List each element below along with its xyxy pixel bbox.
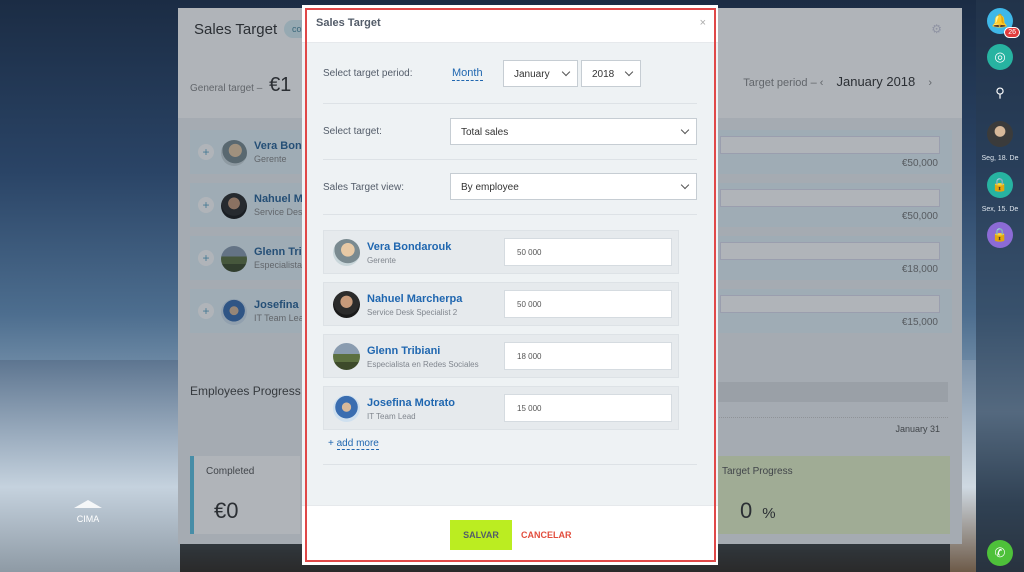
year-select-value: 2018 bbox=[592, 69, 615, 80]
modal-title: Sales Target bbox=[316, 17, 381, 29]
divider bbox=[323, 159, 697, 160]
phone-icon: ✆ bbox=[994, 545, 1006, 560]
employee-name[interactable]: Nahuel Marcherpa bbox=[367, 293, 462, 305]
add-more-label: add more bbox=[336, 438, 379, 450]
chevron-down-icon bbox=[680, 125, 690, 135]
right-sidebar: 🔔 26 ◎ ⚲ Seg, 18. De 🔒 Sex, 15. De 🔒 ✆ bbox=[976, 0, 1024, 572]
avatar bbox=[333, 343, 360, 370]
phone-button[interactable]: ✆ bbox=[987, 540, 1013, 566]
lock-icon: 🔒 bbox=[991, 177, 1009, 192]
employee-role: IT Team Lead bbox=[367, 412, 416, 421]
background-landscape bbox=[0, 360, 180, 572]
modal-header: Sales Target × bbox=[302, 5, 718, 43]
year-select[interactable]: 2018 bbox=[581, 60, 641, 87]
employee-target-input[interactable]: 15 000 bbox=[504, 394, 672, 422]
month-select[interactable]: January bbox=[503, 60, 578, 87]
target-select-value: Total sales bbox=[461, 127, 509, 138]
view-select[interactable]: By employee bbox=[450, 173, 697, 200]
scroll-top-button[interactable]: CIMA bbox=[60, 500, 116, 524]
period-label: Select target period: bbox=[323, 68, 413, 79]
chevron-down-icon bbox=[680, 180, 690, 190]
employee-role: Especialista en Redes Sociales bbox=[367, 360, 479, 369]
employee-name[interactable]: Josefina Motrato bbox=[367, 397, 455, 409]
employee-target-card: Josefina Motrato IT Team Lead 15 000 bbox=[323, 386, 679, 430]
chat-icon: ◎ bbox=[994, 49, 1006, 64]
employee-role: Service Desk Specialist 2 bbox=[367, 308, 458, 317]
avatar bbox=[333, 239, 360, 266]
bell-icon: 🔔 bbox=[991, 13, 1009, 28]
employee-target-card: Nahuel Marcherpa Service Desk Specialist… bbox=[323, 282, 679, 326]
employee-name[interactable]: Glenn Tribiani bbox=[367, 345, 440, 357]
employee-target-card: Vera Bondarouk Gerente 50 000 bbox=[323, 230, 679, 274]
date-label-1: Seg, 18. De bbox=[981, 155, 1019, 162]
target-select[interactable]: Total sales bbox=[450, 118, 697, 145]
employee-role: Gerente bbox=[367, 256, 396, 265]
chat-button[interactable]: ◎ bbox=[987, 44, 1013, 70]
chevron-down-icon bbox=[624, 67, 634, 77]
lock-button-purple[interactable]: 🔒 bbox=[987, 222, 1013, 248]
avatar bbox=[333, 291, 360, 318]
view-select-value: By employee bbox=[461, 182, 519, 193]
notifications-button[interactable]: 🔔 26 bbox=[987, 8, 1020, 38]
chevron-down-icon bbox=[561, 67, 571, 77]
user-avatar[interactable] bbox=[987, 121, 1013, 147]
close-icon[interactable]: × bbox=[700, 17, 706, 29]
search-icon: ⚲ bbox=[995, 85, 1005, 100]
employee-name[interactable]: Vera Bondarouk bbox=[367, 241, 451, 253]
cancel-button[interactable]: CANCELAR bbox=[521, 530, 572, 540]
divider bbox=[323, 103, 697, 104]
save-button[interactable]: SALVAR bbox=[450, 520, 512, 550]
employee-target-card: Glenn Tribiani Especialista en Redes Soc… bbox=[323, 334, 679, 378]
search-button[interactable]: ⚲ bbox=[987, 80, 1013, 106]
notifications-badge: 26 bbox=[1004, 27, 1020, 38]
date-label-2: Sex, 15. De bbox=[981, 206, 1019, 213]
employee-target-input[interactable]: 50 000 bbox=[504, 290, 672, 318]
divider bbox=[323, 214, 697, 215]
lock-icon: 🔒 bbox=[991, 227, 1009, 242]
target-label: Select target: bbox=[323, 126, 382, 137]
divider bbox=[323, 464, 697, 465]
add-more-link[interactable]: + add more bbox=[328, 438, 379, 450]
scroll-top-label: CIMA bbox=[76, 514, 100, 524]
period-type-link[interactable]: Month bbox=[452, 67, 483, 81]
employee-target-input[interactable]: 18 000 bbox=[504, 342, 672, 370]
arrow-up-icon bbox=[74, 500, 102, 508]
avatar bbox=[333, 395, 360, 422]
lock-button-green[interactable]: 🔒 bbox=[987, 172, 1013, 198]
sales-target-modal: Sales Target × Select target period: Mon… bbox=[302, 5, 718, 565]
employee-target-input[interactable]: 50 000 bbox=[504, 238, 672, 266]
month-select-value: January bbox=[514, 69, 550, 80]
view-label: Sales Target view: bbox=[323, 182, 404, 193]
